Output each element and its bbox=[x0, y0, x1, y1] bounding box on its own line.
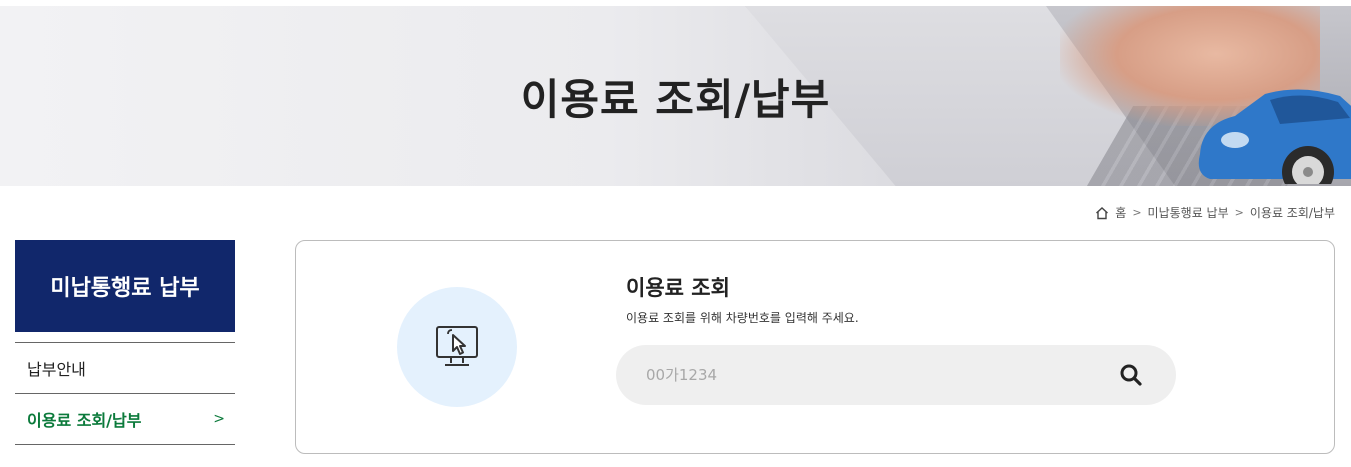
search-icon bbox=[1120, 364, 1142, 386]
breadcrumb: 홈 > 미납통행료 납부 > 이용료 조회/납부 bbox=[1095, 204, 1335, 221]
sidebar-item-payment-guide[interactable]: 납부안내 bbox=[15, 343, 235, 394]
plate-number-input[interactable] bbox=[646, 366, 1116, 384]
breadcrumb-unpaid-toll[interactable]: 미납통행료 납부 bbox=[1148, 204, 1229, 221]
lookup-card: 이용료 조회 이용료 조회를 위해 차량번호를 입력해 주세요. bbox=[295, 240, 1335, 454]
search-button[interactable] bbox=[1116, 360, 1146, 390]
home-icon[interactable] bbox=[1095, 206, 1109, 220]
page-title: 이용료 조회/납부 bbox=[520, 74, 831, 124]
sidebar-item-label: 이용료 조회/납부 bbox=[27, 411, 142, 430]
lookup-title: 이용료 조회 bbox=[626, 276, 730, 300]
breadcrumb-current: 이용료 조회/납부 bbox=[1249, 206, 1335, 220]
lookup-icon-circle bbox=[397, 287, 517, 407]
plate-search-box bbox=[616, 345, 1176, 405]
chevron-right-icon: > bbox=[213, 411, 225, 427]
sidebar-item-label: 납부안내 bbox=[27, 360, 86, 379]
breadcrumb-home[interactable]: 홈 bbox=[1115, 204, 1126, 221]
breadcrumb-separator: > bbox=[1132, 206, 1142, 219]
sidebar-item-lookup-payment[interactable]: 이용료 조회/납부 > bbox=[15, 394, 235, 445]
touch-screen-icon bbox=[436, 326, 478, 366]
sidebar-title: 미납통행료 납부 bbox=[15, 240, 235, 332]
breadcrumb-separator: > bbox=[1234, 206, 1244, 219]
sidebar-menu: 납부안내 이용료 조회/납부 > bbox=[15, 342, 235, 445]
lookup-description: 이용료 조회를 위해 차량번호를 입력해 주세요. bbox=[626, 311, 859, 325]
